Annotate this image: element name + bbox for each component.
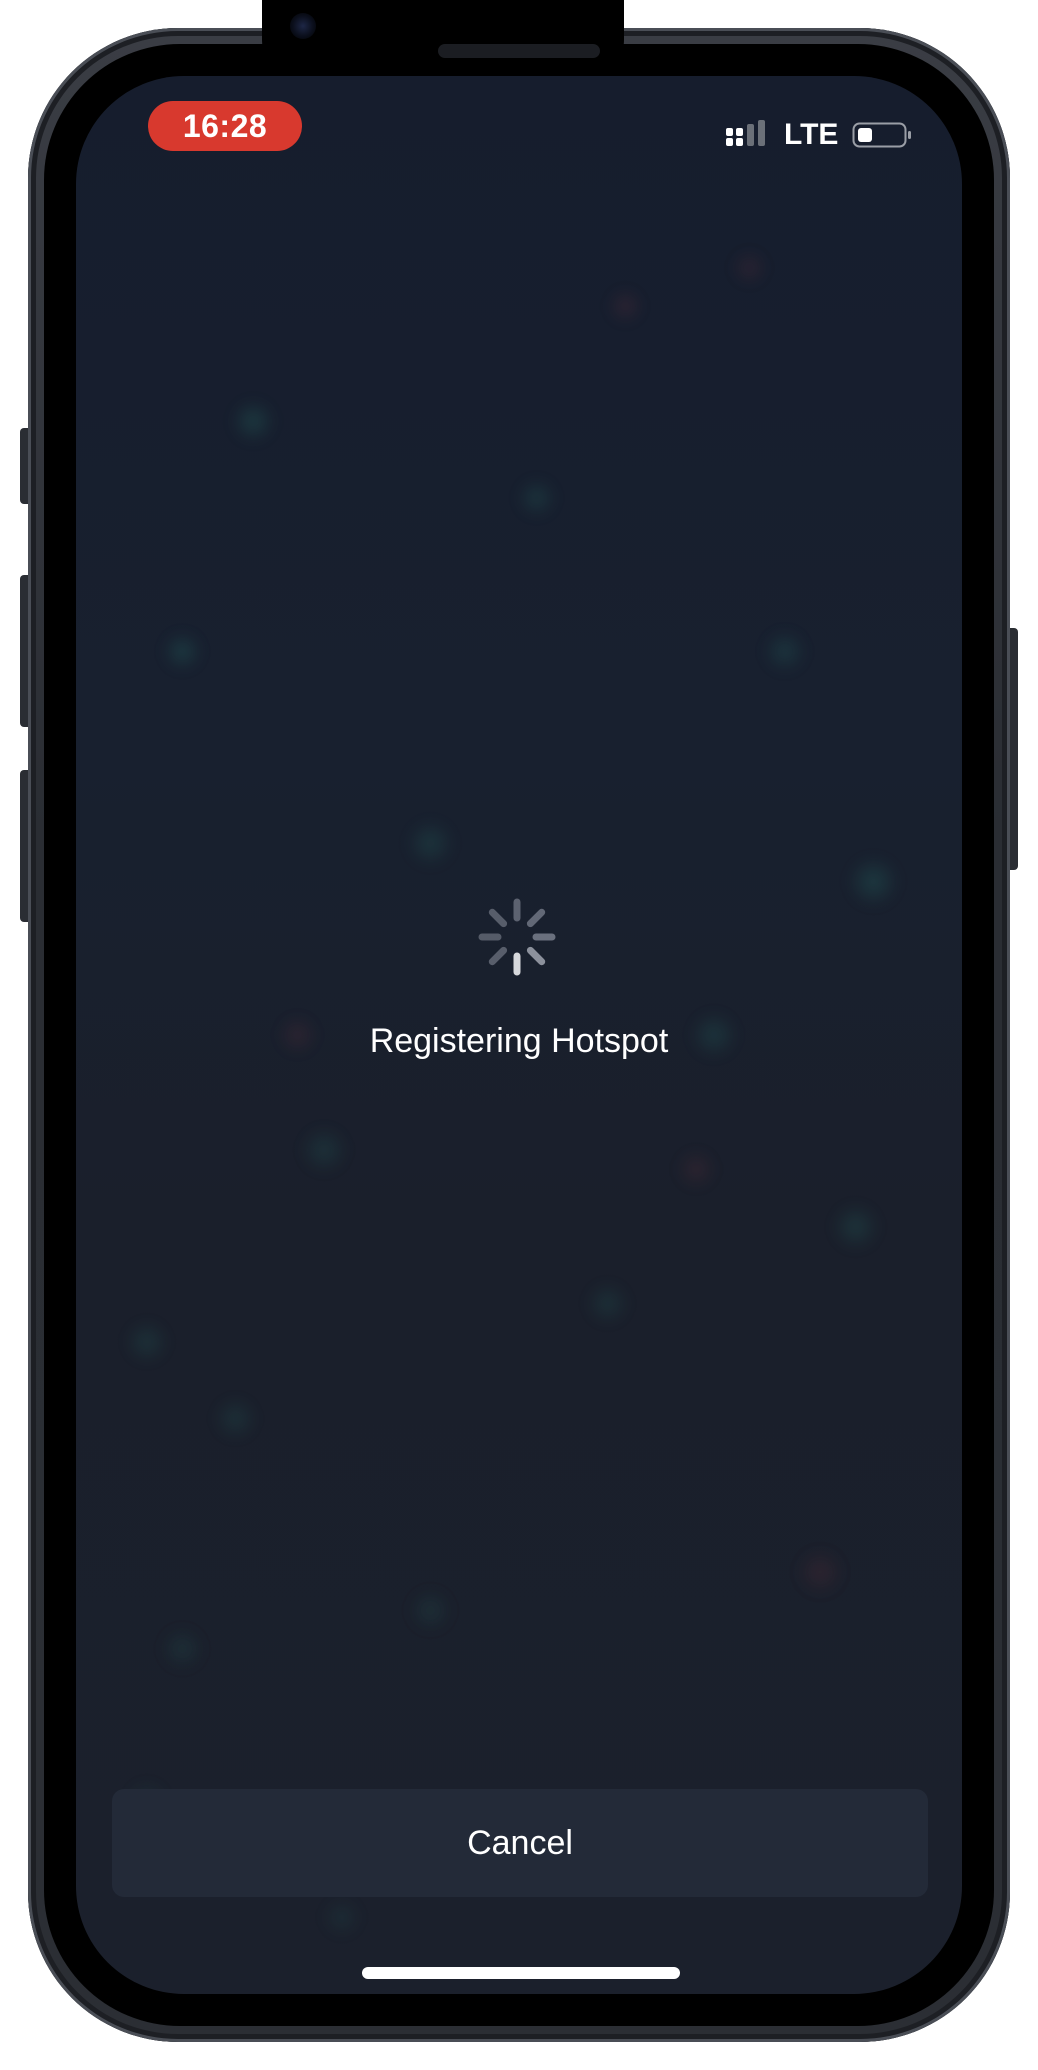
front-camera (290, 13, 316, 39)
registering-status-message: Registering Hotspot (369, 1022, 669, 1060)
device-mockup: 16:28 LTE Registering Hotspot Cancel (0, 0, 1038, 2070)
cancel-button[interactable]: Cancel (112, 1789, 928, 1897)
home-indicator[interactable] (362, 1967, 680, 1979)
status-time: 16:28 (148, 101, 302, 151)
signal-icon (726, 120, 765, 146)
status-indicators: LTE (724, 118, 912, 152)
earpiece-speaker (438, 44, 600, 58)
spinner-icon (478, 898, 556, 976)
notch (262, 0, 624, 76)
battery-icon (852, 122, 912, 148)
network-type-label: LTE (784, 118, 839, 151)
